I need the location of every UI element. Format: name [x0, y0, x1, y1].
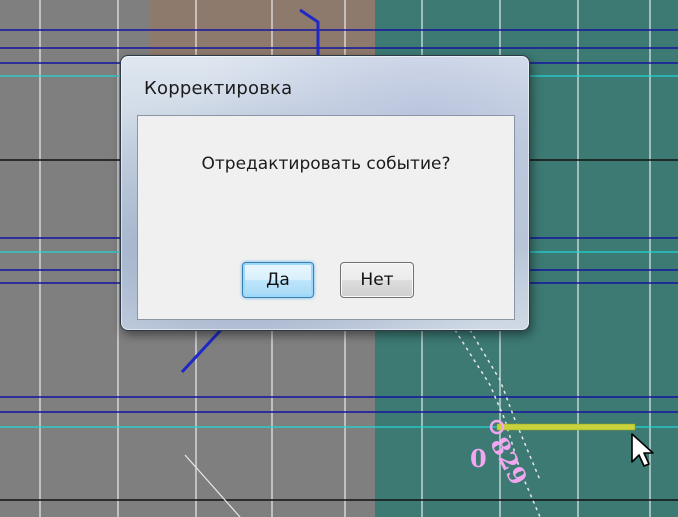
dialog-message: Отредактировать событие? — [201, 154, 451, 174]
no-button[interactable]: Нет — [340, 262, 414, 298]
yellow-event-segment — [496, 423, 636, 431]
dialog-body: Отредактировать событие? Да Нет — [137, 115, 515, 320]
map-label-zero: 0 — [470, 444, 487, 473]
brown-area — [150, 0, 375, 55]
arrow-cursor-icon — [631, 433, 654, 467]
dialog-title[interactable]: Корректировка — [144, 78, 292, 99]
yes-button[interactable]: Да — [242, 262, 314, 298]
confirm-dialog: Корректировка Отредактировать событие? Д… — [120, 55, 530, 331]
